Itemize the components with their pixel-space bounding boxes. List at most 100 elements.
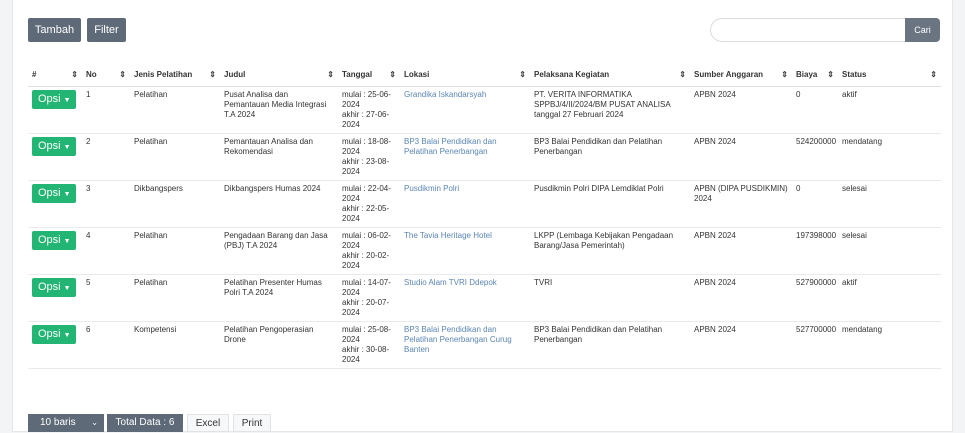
page-size-select[interactable]: 10 baris ⌄ xyxy=(28,414,104,432)
cell-status: mendatang xyxy=(838,321,941,369)
opsi-button[interactable]: Opsi ▼ xyxy=(32,277,76,297)
caret-down-icon: ▼ xyxy=(63,190,71,198)
sort-icon[interactable]: ⇕ xyxy=(781,70,788,79)
table-row: Opsi ▼ 5 Pelatihan Pelatihan Presenter Hu… xyxy=(28,274,941,322)
date-line: akhir : 27-06- xyxy=(342,109,390,119)
cell-status: selesai xyxy=(838,227,941,275)
search-input[interactable] xyxy=(710,18,905,42)
cell-sumber: APBN 2024 xyxy=(690,86,792,134)
opsi-button[interactable]: Opsi ▼ xyxy=(32,324,76,344)
cell-tanggal: mulai : 06-02- 2024 akhir : 20-02- 2024 xyxy=(338,227,400,275)
sort-icon[interactable]: ⇕ xyxy=(519,70,526,79)
main-panel: Tambah Filter Cari # ⇕ No ⇕ Jenis Pelatiha… xyxy=(12,0,953,432)
cell-jenis: Pelatihan xyxy=(130,227,220,275)
caret-down-icon: ▼ xyxy=(63,331,71,339)
sort-icon[interactable]: ⇕ xyxy=(827,70,834,79)
cell-tanggal: mulai : 18-08- 2024 akhir : 23-08- 2024 xyxy=(338,133,400,181)
toolbar: Tambah Filter Cari xyxy=(28,18,940,42)
date-line: 2024 xyxy=(342,260,360,270)
cell-tanggal: mulai : 25-08- 2024 akhir : 30-08- 2024 xyxy=(338,321,400,369)
cell-sumber: APBN 2024 xyxy=(690,133,792,181)
cell-judul: Pengadaan Barang dan Jasa (PBJ) T.A 2024 xyxy=(220,227,338,275)
filter-button[interactable]: Filter xyxy=(87,18,126,42)
sort-icon[interactable]: ⇕ xyxy=(119,70,126,79)
caret-down-icon: ▼ xyxy=(63,284,71,292)
date-line: 2024 xyxy=(342,193,360,203)
cell-no: 6 xyxy=(82,321,130,369)
action-cell: Opsi ▼ xyxy=(28,133,82,181)
cell-biaya: 0 xyxy=(792,86,838,134)
sort-icon[interactable]: ⇕ xyxy=(71,70,78,79)
cell-pelaksana: BP3 Balai Pendidikan dan Pelatihan Pener… xyxy=(530,321,690,369)
cell-sumber: APBN 2024 xyxy=(690,227,792,275)
date-line: mulai : 22-04- xyxy=(342,183,391,193)
column-header-jenis[interactable]: Jenis Pelatihan ⇕ xyxy=(130,64,220,87)
column-header-status[interactable]: Status ⇕ xyxy=(838,64,941,87)
column-header-tanggal[interactable]: Tanggal ⇕ xyxy=(338,64,400,87)
date-line: 2024 xyxy=(342,334,360,344)
column-header-no[interactable]: No ⇕ xyxy=(82,64,130,87)
caret-down-icon: ▼ xyxy=(63,143,71,151)
opsi-button[interactable]: Opsi ▼ xyxy=(32,230,76,250)
column-header-label: Biaya xyxy=(796,70,818,80)
opsi-button[interactable]: Opsi ▼ xyxy=(32,89,76,109)
column-header-label: No xyxy=(86,70,97,80)
cell-status: selesai xyxy=(838,180,941,228)
column-header-label: # xyxy=(32,70,37,80)
opsi-label: Opsi xyxy=(38,233,61,246)
cell-biaya: 527700000 xyxy=(792,321,838,369)
opsi-button[interactable]: Opsi ▼ xyxy=(32,183,76,203)
column-header-lokasi[interactable]: Lokasi ⇕ xyxy=(400,64,530,87)
caret-down-icon: ▼ xyxy=(63,96,71,104)
date-line: akhir : 20-02- xyxy=(342,250,390,260)
cell-pelaksana: PT. VERITA INFORMATIKA SPPBJ/4/II/2024/B… xyxy=(530,86,690,134)
search-button[interactable]: Cari xyxy=(905,18,940,42)
action-cell: Opsi ▼ xyxy=(28,274,82,322)
cell-sumber: APBN (DIPA PUSDIKMIN) 2024 xyxy=(690,180,792,228)
column-header-biaya[interactable]: Biaya ⇕ xyxy=(792,64,838,87)
sort-icon[interactable]: ⇕ xyxy=(209,70,216,79)
cell-lokasi-link[interactable]: The Tavia Heritage Hotel xyxy=(400,227,530,275)
cell-judul: Pusat Analisa dan Pemantauan Media Integ… xyxy=(220,86,338,134)
cell-no: 2 xyxy=(82,133,130,181)
cell-pelaksana: TVRI xyxy=(530,274,690,322)
page-size-label: 10 baris xyxy=(40,417,76,428)
sort-icon[interactable]: ⇕ xyxy=(679,70,686,79)
sort-icon[interactable]: ⇕ xyxy=(930,70,937,79)
table-row: Opsi ▼ 2 Pelatihan Pemantauan Analisa dan… xyxy=(28,133,941,181)
column-header-label: Pelaksana Kegiatan xyxy=(534,70,610,80)
sort-icon[interactable]: ⇕ xyxy=(389,70,396,79)
cell-jenis: Dikbangspers xyxy=(130,180,220,228)
table-row: Opsi ▼ 4 Pelatihan Pengadaan Barang dan J… xyxy=(28,227,941,275)
cell-sumber: APBN 2024 xyxy=(690,274,792,322)
cell-lokasi-link[interactable]: Grandika Iskandarsyah xyxy=(400,86,530,134)
table-row: Opsi ▼ 6 Kompetensi Pelatihan Pengoperasi… xyxy=(28,321,941,369)
cell-jenis: Pelatihan xyxy=(130,133,220,181)
print-button[interactable]: Print xyxy=(233,414,271,432)
date-line: akhir : 23-08- xyxy=(342,156,390,166)
cell-lokasi-link[interactable]: Studio Alam TVRI Ddepok xyxy=(400,274,530,322)
column-header-label: Status xyxy=(842,70,867,80)
total-data-badge: Total Data : 6 xyxy=(107,414,183,432)
excel-button[interactable]: Excel xyxy=(187,414,229,432)
opsi-button[interactable]: Opsi ▼ xyxy=(32,136,76,156)
cell-biaya: 527900000 xyxy=(792,274,838,322)
cell-lokasi-link[interactable]: BP3 Balai Pendidikan dan Pelatihan Pener… xyxy=(400,321,530,369)
cell-pelaksana: BP3 Balai Pendidikan dan Pelatihan Pener… xyxy=(530,133,690,181)
column-header-label: Sumber Anggaran xyxy=(694,70,764,80)
column-header-pelaksana[interactable]: Pelaksana Kegiatan ⇕ xyxy=(530,64,690,87)
cell-no: 3 xyxy=(82,180,130,228)
date-line: akhir : 22-05- xyxy=(342,203,390,213)
add-button[interactable]: Tambah xyxy=(28,18,81,42)
cell-status: mendatang xyxy=(838,133,941,181)
date-line: 2024 xyxy=(342,119,360,129)
column-header-hash[interactable]: # ⇕ xyxy=(28,64,82,87)
action-cell: Opsi ▼ xyxy=(28,227,82,275)
column-header-sumber[interactable]: Sumber Anggaran ⇕ xyxy=(690,64,792,87)
cell-lokasi-link[interactable]: Pusdikmin Polri xyxy=(400,180,530,228)
column-header-judul[interactable]: Judul ⇕ xyxy=(220,64,338,87)
cell-no: 4 xyxy=(82,227,130,275)
cell-judul: Pelatihan Presenter Humas Polri T.A 2024 xyxy=(220,274,338,322)
sort-icon[interactable]: ⇕ xyxy=(327,70,334,79)
cell-lokasi-link[interactable]: BP3 Balai Pendidikan dan Pelatihan Pener… xyxy=(400,133,530,181)
